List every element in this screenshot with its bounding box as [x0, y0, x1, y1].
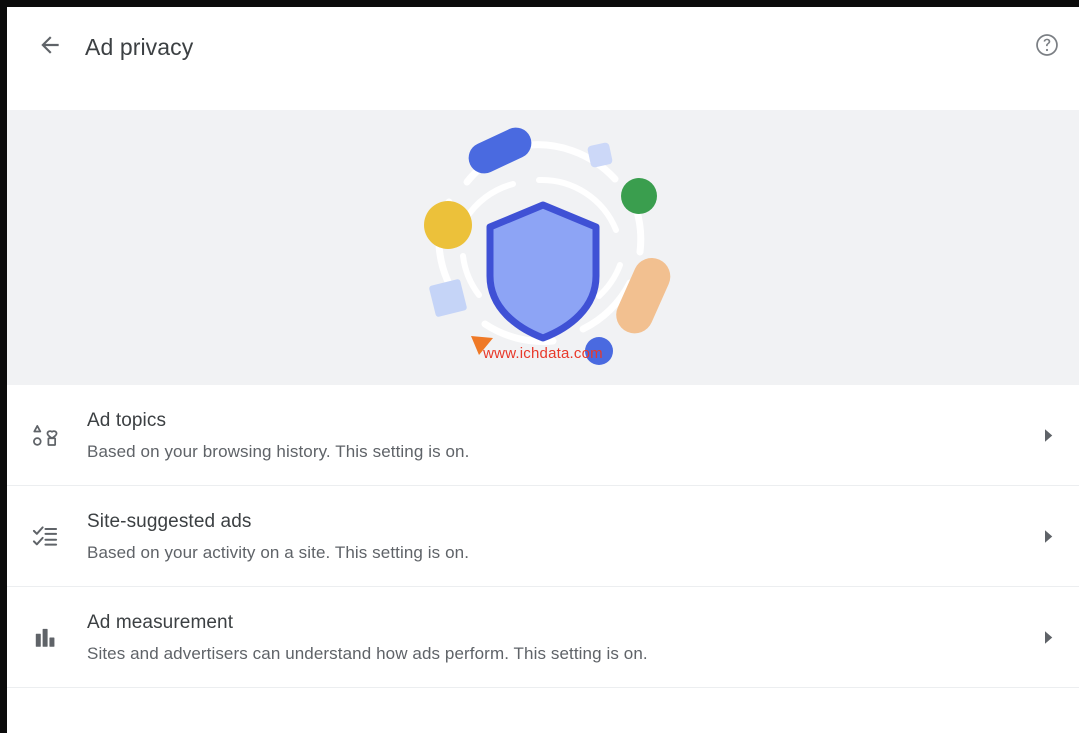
- page-title: Ad privacy: [85, 34, 194, 60]
- settings-list: Ad topics Based on your browsing history…: [7, 385, 1079, 688]
- help-circle-icon: [1034, 32, 1060, 63]
- settings-row-site-suggested-ads[interactable]: Site-suggested ads Based on your activit…: [7, 486, 1079, 587]
- chevron-right-icon[interactable]: [1039, 628, 1057, 646]
- chevron-right-icon[interactable]: [1039, 527, 1057, 545]
- ad-privacy-page: Ad privacy www.ichdata.com Ad topics Bas…: [0, 0, 1079, 733]
- hero-illustration-banner: www.ichdata.com: [7, 110, 1079, 385]
- settings-row-text: Ad topics Based on your browsing history…: [87, 408, 1009, 464]
- blue-circle: [585, 337, 613, 365]
- settings-row-title: Ad topics: [87, 410, 167, 431]
- settings-row-description: Sites and advertisers can understand how…: [87, 644, 648, 663]
- orange-triangle: [471, 336, 493, 355]
- settings-row-title: Ad measurement: [87, 612, 234, 633]
- settings-row-ad-topics[interactable]: Ad topics Based on your browsing history…: [7, 385, 1079, 486]
- shapes-grid-icon: [28, 418, 62, 452]
- green-circle: [621, 178, 657, 214]
- checklist-icon: [28, 519, 62, 553]
- help-button[interactable]: [1025, 25, 1069, 69]
- window-top-edge: [0, 0, 1079, 7]
- light-blue-square-top: [587, 142, 613, 168]
- shield-icon: [486, 201, 600, 342]
- settings-row-ad-measurement[interactable]: Ad measurement Sites and advertisers can…: [7, 587, 1079, 688]
- settings-row-title: Site-suggested ads: [87, 511, 252, 532]
- back-button[interactable]: [27, 24, 73, 70]
- ad-privacy-shield-illustration: [393, 110, 693, 385]
- settings-row-description: Based on your browsing history. This set…: [87, 442, 470, 461]
- bar-chart-icon: [28, 620, 62, 654]
- header-bar: Ad privacy: [7, 7, 1079, 110]
- settings-row-text: Ad measurement Sites and advertisers can…: [87, 610, 1009, 666]
- window-left-edge: [0, 0, 7, 733]
- list-bottom-spacer: [7, 707, 1079, 733]
- settings-row-description: Based on your activity on a site. This s…: [87, 543, 470, 562]
- arrow-left-icon: [37, 32, 63, 63]
- settings-row-text: Site-suggested ads Based on your activit…: [87, 509, 1009, 565]
- yellow-circle: [424, 201, 472, 249]
- chevron-right-icon[interactable]: [1039, 426, 1057, 444]
- light-blue-square-left: [429, 279, 467, 317]
